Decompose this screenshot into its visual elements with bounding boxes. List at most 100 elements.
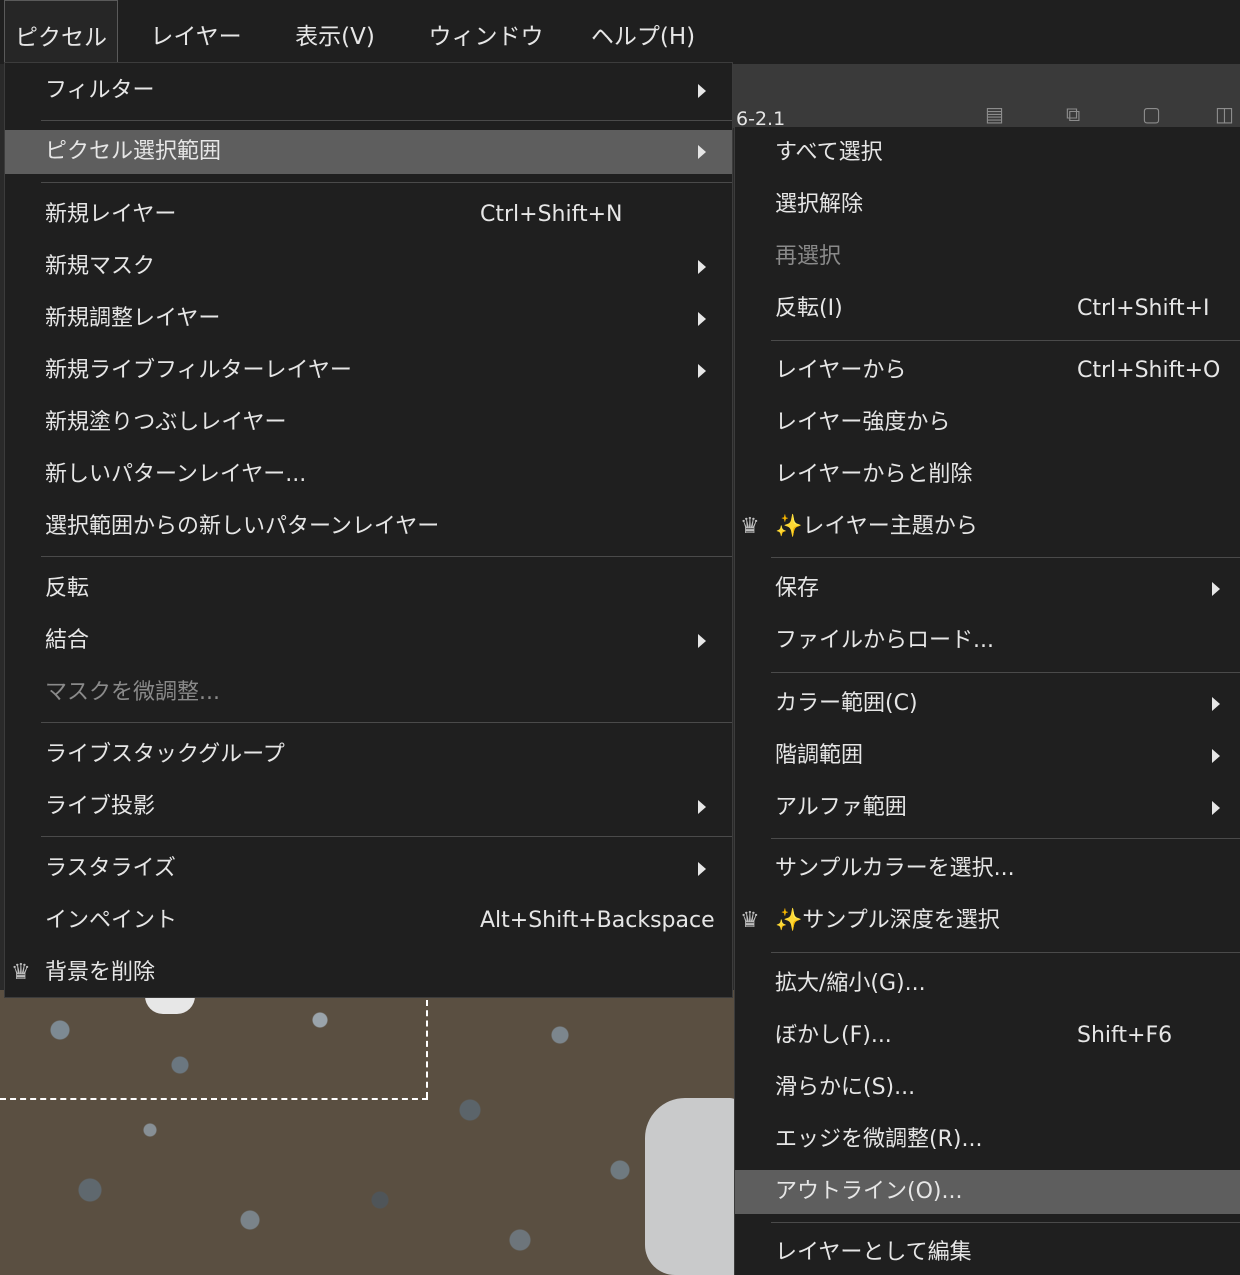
shortcut-label: Ctrl+Shift+I: [1077, 296, 1210, 321]
submenu-arrow-icon: [698, 364, 706, 378]
menu-item-label: 選択解除: [775, 192, 864, 217]
menu-item-refine-edges[interactable]: エッジを微調整(R)...: [735, 1118, 1240, 1162]
submenu-arrow-icon: [698, 145, 706, 159]
menu-item-load-from-file[interactable]: ファイルからロード...: [735, 619, 1240, 663]
menu-item-filter[interactable]: フィルター: [5, 69, 732, 113]
menu-item-edit-as-layer[interactable]: レイヤーとして編集: [735, 1231, 1240, 1275]
menu-item-alpha-range[interactable]: アルファ範囲: [735, 786, 1240, 830]
menu-item-label: レイヤーからと削除: [775, 462, 973, 487]
menu-item-live-stack-group[interactable]: ライブスタックグループ: [5, 733, 732, 777]
menu-item-tonal-range[interactable]: 階調範囲: [735, 734, 1240, 778]
menu-item-label: ピクセル選択範囲: [45, 139, 222, 164]
menu-item-select-all[interactable]: すべて選択: [735, 131, 1240, 175]
menu-item-label: レイヤーから: [775, 358, 907, 383]
menu-divider: [41, 182, 732, 183]
menu-item-new-mask[interactable]: 新規マスク: [5, 245, 732, 289]
menu-item-from-layer-subject[interactable]: ♛ ✨レイヤー主題から: [735, 505, 1240, 549]
menu-item-save[interactable]: 保存: [735, 567, 1240, 611]
menu-divider: [41, 120, 732, 121]
menu-item-inpaint[interactable]: インペイント Alt+Shift+Backspace: [5, 899, 732, 943]
menu-item-refine-mask: マスクを微調整...: [5, 671, 732, 715]
menu-item-new-layer[interactable]: 新規レイヤー Ctrl+Shift+N: [5, 193, 732, 237]
menu-item-label: アウトライン(O)...: [775, 1179, 963, 1204]
menu-item-label: 新規マスク: [45, 254, 156, 279]
menu-item-label: サンプルカラーを選択...: [775, 856, 1015, 881]
menu-item-new-pattern-from-selection[interactable]: 選択範囲からの新しいパターンレイヤー: [5, 505, 732, 549]
shortcut-label: Ctrl+Shift+O: [1077, 358, 1221, 383]
image-canvas[interactable]: [0, 990, 740, 1275]
shortcut-label: Ctrl+Shift+N: [480, 202, 623, 227]
menu-divider: [771, 1222, 1240, 1223]
menu-divider: [41, 556, 732, 557]
submenu-arrow-icon: [1212, 697, 1220, 711]
submenu-arrow-icon: [1212, 749, 1220, 763]
menu-divider: [771, 838, 1240, 839]
menu-item-label: レイヤーとして編集: [775, 1240, 972, 1265]
menu-item-label: 選択範囲からの新しいパターンレイヤー: [45, 514, 440, 539]
menu-divider: [771, 672, 1240, 673]
menu-layer[interactable]: レイヤー(L): [136, 0, 256, 124]
menu-item-label: マスクを微調整...: [45, 680, 220, 705]
menu-item-label: ライブスタックグループ: [45, 742, 285, 767]
submenu-arrow-icon: [1212, 582, 1220, 596]
menu-item-grow-shrink[interactable]: 拡大/縮小(G)...: [735, 962, 1240, 1006]
menu-item-label: フィルター: [45, 78, 155, 103]
menu-item-new-fill-layer[interactable]: 新規塗りつぶしレイヤー: [5, 401, 732, 445]
menu-item-select-sampled-color[interactable]: サンプルカラーを選択...: [735, 847, 1240, 891]
menu-item-label: 新規調整レイヤー: [45, 306, 221, 331]
arrange-icon[interactable]: ▢: [1142, 102, 1161, 126]
menu-item-new-adjustment-layer[interactable]: 新規調整レイヤー: [5, 297, 732, 341]
submenu-arrow-icon: [698, 260, 706, 274]
menu-item-deselect[interactable]: 選択解除: [735, 183, 1240, 227]
menu-item-invert-selection[interactable]: 反転(I) Ctrl+Shift+I: [735, 287, 1240, 331]
menu-item-label: レイヤー強度から: [775, 410, 951, 435]
menu-divider: [771, 557, 1240, 558]
menu-item-from-layer[interactable]: レイヤーから Ctrl+Shift+O: [735, 349, 1240, 393]
pixel-selection-submenu: すべて選択 選択解除 再選択 反転(I) Ctrl+Shift+I レイヤーから…: [734, 127, 1240, 1275]
menu-item-live-projection[interactable]: ライブ投影: [5, 785, 732, 829]
transform-icon[interactable]: ◫: [1215, 102, 1234, 126]
menu-item-outline[interactable]: アウトライン(O)...: [735, 1170, 1240, 1214]
submenu-arrow-icon: [698, 312, 706, 326]
menu-item-pixel-selection[interactable]: ピクセル選択範囲: [5, 130, 732, 174]
submenu-arrow-icon: [698, 634, 706, 648]
menu-item-from-layer-intensity[interactable]: レイヤー強度から: [735, 401, 1240, 445]
align-left-icon[interactable]: ▤: [985, 102, 1004, 126]
selection-marquee-bottom: [0, 1098, 428, 1100]
menu-item-invert[interactable]: 反転: [5, 567, 732, 611]
menu-item-label: エッジを微調整(R)...: [775, 1127, 983, 1152]
menu-item-label: ✨レイヤー主題から: [775, 514, 978, 539]
menu-item-label: 新規レイヤー: [45, 202, 177, 227]
menu-item-new-live-filter-layer[interactable]: 新規ライブフィルターレイヤー: [5, 349, 732, 393]
menu-pixel[interactable]: ピクセル: [4, 0, 118, 64]
menu-item-from-layer-and-delete[interactable]: レイヤーからと削除: [735, 453, 1240, 497]
menu-item-label: 新規塗りつぶしレイヤー: [45, 410, 287, 435]
menu-view[interactable]: 表示(V): [280, 0, 390, 64]
menu-item-color-range[interactable]: カラー範囲(C): [735, 682, 1240, 726]
menu-item-smooth[interactable]: 滑らかに(S)...: [735, 1066, 1240, 1110]
shortcut-label: Alt+Shift+Backspace: [480, 908, 715, 933]
menu-item-feather[interactable]: ぼかし(F)... Shift+F6: [735, 1014, 1240, 1058]
menu-item-select-sampled-depth[interactable]: ♛ ✨サンプル深度を選択: [735, 899, 1240, 943]
distribute-icon[interactable]: ⧉: [1066, 102, 1080, 126]
canvas-rock: [645, 1098, 740, 1275]
menu-item-new-pattern-layer[interactable]: 新しいパターンレイヤー...: [5, 453, 732, 497]
shortcut-label: Shift+F6: [1077, 1023, 1173, 1048]
menu-item-merge[interactable]: 結合: [5, 619, 732, 663]
menu-item-label: 結合: [45, 628, 90, 653]
submenu-arrow-icon: [698, 862, 706, 876]
menu-window[interactable]: ウィンドウ(W): [414, 0, 558, 124]
menu-item-label: 再選択: [775, 244, 842, 269]
menu-item-label: 滑らかに(S)...: [775, 1075, 916, 1100]
menu-item-rasterize[interactable]: ラスタライズ: [5, 847, 732, 891]
menu-divider: [41, 836, 732, 837]
menu-item-label: ぼかし(F)...: [775, 1023, 892, 1048]
menu-item-label: 新しいパターンレイヤー...: [45, 462, 307, 487]
menu-item-label: すべて選択: [775, 140, 883, 165]
menu-item-remove-background[interactable]: ♛ 背景を削除: [5, 951, 732, 995]
menu-item-label: ラスタライズ: [45, 856, 176, 881]
submenu-arrow-icon: [698, 84, 706, 98]
menu-item-label: 階調範囲: [775, 743, 864, 768]
menu-item-label: インペイント: [45, 908, 178, 933]
menu-help[interactable]: ヘルプ(H): [586, 0, 700, 64]
